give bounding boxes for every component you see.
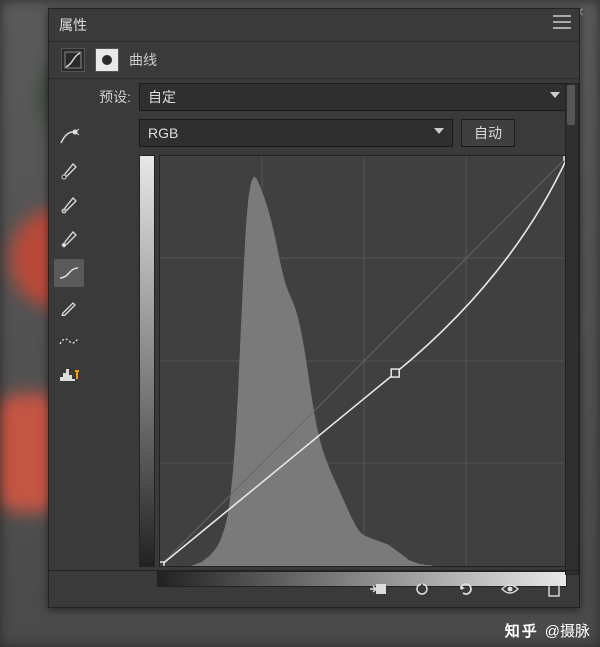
chevron-down-icon [550,92,560,98]
preset-dropdown[interactable]: 自定 [139,83,569,111]
panel-footer [49,570,579,607]
preset-value: 自定 [148,87,176,107]
scrollbar-thumb[interactable] [567,85,575,125]
output-gradient-strip [139,155,155,567]
smooth-icon[interactable] [54,327,84,355]
preset-row: 预设: 自定 [93,83,569,111]
channel-value: RGB [148,125,178,141]
preset-label: 预设: [93,87,131,107]
channel-row: RGB 自动 [139,119,569,147]
previous-state-icon[interactable] [411,578,433,600]
histogram [160,177,507,567]
curves-adjustment-icon [61,48,85,72]
scrollbar[interactable] [565,83,579,575]
watermark-text: @摄脉 [545,620,590,641]
reset-icon[interactable] [455,578,477,600]
panel-menu-icon[interactable] [553,15,571,29]
adjustment-type-label: 曲线 [129,50,157,70]
eyedropper-gray-icon[interactable] [54,191,84,219]
pencil-icon[interactable] [54,293,84,321]
clip-to-layer-icon[interactable] [367,578,389,600]
curves-area: 预设: 自定 RGB 自动 [89,79,579,573]
curves-graph-wrap [139,155,569,567]
panel-body: 预设: 自定 RGB 自动 [49,79,579,573]
curves-svg [160,156,568,566]
adjustment-type-row: 曲线 [49,42,579,79]
curves-graph[interactable] [159,155,569,567]
layer-mask-icon[interactable] [95,48,119,72]
chevron-down-icon [434,128,444,134]
curve-smooth-icon[interactable] [54,259,84,287]
eyedropper-white-icon[interactable] [54,225,84,253]
properties-panel: 属性 曲线 [48,8,580,608]
panel-header: 属性 [49,9,579,42]
histogram-icon[interactable] [54,361,84,389]
eyedropper-black-icon[interactable] [54,157,84,185]
panel-title: 属性 [59,15,87,35]
auto-button[interactable]: 自动 [461,119,515,147]
curve-point[interactable] [391,369,399,377]
curve-point[interactable] [160,562,164,566]
channel-dropdown[interactable]: RGB [139,119,453,147]
visibility-icon[interactable] [499,578,521,600]
watermark: 知乎 @摄脉 [505,620,590,641]
watermark-logo: 知乎 [505,620,539,641]
tool-column [49,79,89,573]
target-adjust-icon[interactable] [54,123,84,151]
trash-icon[interactable] [543,578,565,600]
